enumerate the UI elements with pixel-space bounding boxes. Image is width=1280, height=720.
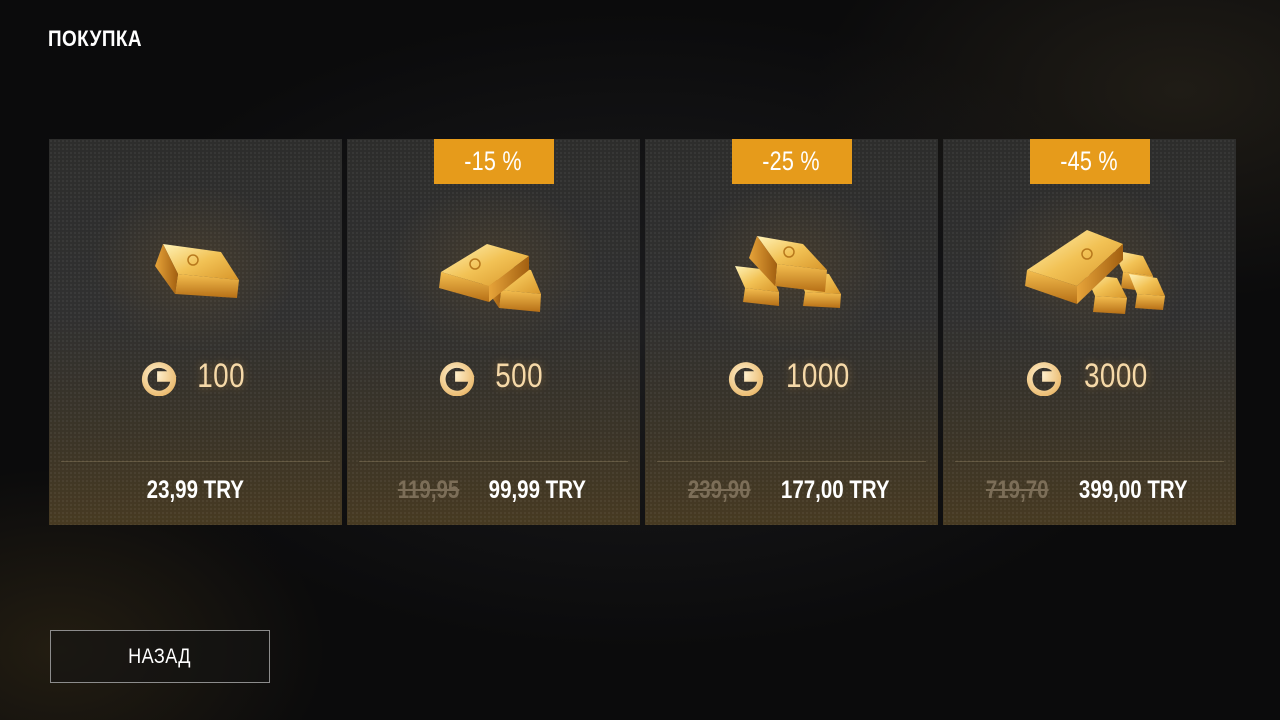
offers-list: 100 23,99 TRY -15 % 500 119,95 99,99 TRY… xyxy=(49,139,1236,525)
price-row: 719,70 399,00 TRY xyxy=(943,476,1236,505)
back-button[interactable]: НАЗАД xyxy=(50,630,270,683)
gold-stack-icon xyxy=(734,236,841,308)
gold-pile-icon xyxy=(1024,230,1165,314)
price-row: 23,99 TRY xyxy=(49,476,342,505)
gold-g-icon xyxy=(728,361,764,396)
gold-g-icon xyxy=(1026,361,1062,396)
divider xyxy=(955,461,1224,462)
gold-amount: 500 xyxy=(347,357,640,396)
price: 23,99 TRY xyxy=(146,476,245,504)
gold-amount-value: 100 xyxy=(197,357,246,395)
discount-badge: -15 % xyxy=(433,139,554,184)
price-row: 239,90 177,00 TRY xyxy=(645,476,938,505)
discount-label: -45 % xyxy=(1060,146,1119,176)
offer-card-500[interactable]: -15 % 500 119,95 99,99 TRY xyxy=(347,139,640,525)
discount-badge: -25 % xyxy=(731,139,852,184)
gold-amount-value: 1000 xyxy=(785,357,850,395)
divider xyxy=(61,461,330,462)
purchase-screen: ПОКУПКА 100 23,99 TRY -15 % 500 119,95 9… xyxy=(0,0,1280,720)
gold-bar-icon xyxy=(154,244,239,298)
page-title: ПОКУПКА xyxy=(48,26,142,51)
price: 99,99 TRY xyxy=(488,476,586,504)
old-price: 719,70 xyxy=(985,476,1049,504)
divider xyxy=(359,461,628,462)
discount-label: -25 % xyxy=(762,146,821,176)
old-price: 119,95 xyxy=(397,476,459,504)
discount-label: -15 % xyxy=(464,146,523,176)
offer-card-3000[interactable]: -45 % 3000 719,70 399,00 TRY xyxy=(943,139,1236,525)
gold-bars-icon xyxy=(438,244,541,312)
old-price: 239,90 xyxy=(687,476,751,504)
price: 177,00 TRY xyxy=(781,476,891,504)
divider xyxy=(657,461,926,462)
offer-card-1000[interactable]: -25 % 1000 239,90 177,00 TRY xyxy=(645,139,938,525)
gold-amount: 1000 xyxy=(645,357,938,396)
gold-g-icon xyxy=(142,361,177,396)
price: 399,00 TRY xyxy=(1079,476,1189,504)
gold-g-icon xyxy=(440,361,475,396)
offer-card-100[interactable]: 100 23,99 TRY xyxy=(49,139,342,525)
discount-badge: -45 % xyxy=(1029,139,1150,184)
price-row: 119,95 99,99 TRY xyxy=(347,476,640,505)
gold-amount: 3000 xyxy=(943,357,1236,396)
gold-amount-value: 500 xyxy=(495,357,544,395)
gold-amount: 100 xyxy=(49,357,342,396)
gold-amount-value: 3000 xyxy=(1083,357,1148,395)
back-button-label: НАЗАД xyxy=(128,644,192,668)
